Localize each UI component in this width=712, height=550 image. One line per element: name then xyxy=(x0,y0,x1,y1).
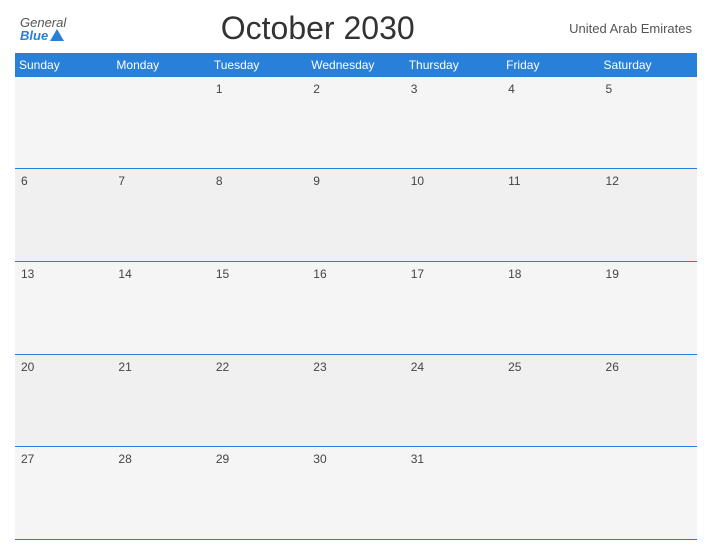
calendar-cell xyxy=(600,447,697,540)
logo-general: General xyxy=(20,16,66,29)
day-number: 8 xyxy=(216,174,223,188)
calendar-cell: 6 xyxy=(15,169,112,262)
day-number: 14 xyxy=(118,267,131,281)
weekday-friday: Friday xyxy=(502,53,599,77)
day-number: 24 xyxy=(411,360,424,374)
calendar-cell: 4 xyxy=(502,77,599,169)
weekday-sunday: Sunday xyxy=(15,53,112,77)
calendar-table: SundayMondayTuesdayWednesdayThursdayFrid… xyxy=(15,53,697,540)
calendar-cell: 24 xyxy=(405,354,502,447)
weekday-tuesday: Tuesday xyxy=(210,53,307,77)
week-row-1: 1 2 3 4 5 xyxy=(15,77,697,169)
logo-blue: Blue xyxy=(20,29,64,42)
day-number: 1 xyxy=(216,82,223,96)
calendar-title: October 2030 xyxy=(221,10,415,47)
day-number: 17 xyxy=(411,267,424,281)
calendar-cell: 23 xyxy=(307,354,404,447)
country-label: United Arab Emirates xyxy=(569,21,692,36)
day-number: 16 xyxy=(313,267,326,281)
day-number: 27 xyxy=(21,452,34,466)
calendar-cell: 9 xyxy=(307,169,404,262)
logo-triangle-icon xyxy=(50,29,64,41)
calendar-cell: 25 xyxy=(502,354,599,447)
calendar-cell: 13 xyxy=(15,261,112,354)
calendar-cell: 20 xyxy=(15,354,112,447)
calendar-cell: 29 xyxy=(210,447,307,540)
day-number: 5 xyxy=(606,82,613,96)
day-number: 4 xyxy=(508,82,515,96)
day-number: 9 xyxy=(313,174,320,188)
weekday-monday: Monday xyxy=(112,53,209,77)
day-number: 10 xyxy=(411,174,424,188)
day-number: 23 xyxy=(313,360,326,374)
day-number: 22 xyxy=(216,360,229,374)
calendar-cell: 19 xyxy=(600,261,697,354)
logo: General Blue xyxy=(20,16,66,42)
calendar-cell: 18 xyxy=(502,261,599,354)
weekday-wednesday: Wednesday xyxy=(307,53,404,77)
day-number: 15 xyxy=(216,267,229,281)
calendar-cell: 21 xyxy=(112,354,209,447)
calendar-cell: 5 xyxy=(600,77,697,169)
calendar-cell: 17 xyxy=(405,261,502,354)
week-row-3: 13 14 15 16 17 18 19 xyxy=(15,261,697,354)
calendar-cell xyxy=(502,447,599,540)
calendar-cell: 7 xyxy=(112,169,209,262)
calendar-cell: 15 xyxy=(210,261,307,354)
day-number: 28 xyxy=(118,452,131,466)
calendar-cell: 10 xyxy=(405,169,502,262)
day-number: 6 xyxy=(21,174,28,188)
calendar-cell xyxy=(15,77,112,169)
calendar-cell: 16 xyxy=(307,261,404,354)
day-number: 29 xyxy=(216,452,229,466)
day-number: 26 xyxy=(606,360,619,374)
calendar-cell: 26 xyxy=(600,354,697,447)
day-number: 19 xyxy=(606,267,619,281)
day-number: 21 xyxy=(118,360,131,374)
calendar-cell: 14 xyxy=(112,261,209,354)
calendar-cell: 28 xyxy=(112,447,209,540)
calendar-cell: 8 xyxy=(210,169,307,262)
calendar-cell: 30 xyxy=(307,447,404,540)
calendar-cell: 2 xyxy=(307,77,404,169)
day-number: 2 xyxy=(313,82,320,96)
day-number: 3 xyxy=(411,82,418,96)
week-row-4: 20 21 22 23 24 25 26 xyxy=(15,354,697,447)
calendar-cell: 31 xyxy=(405,447,502,540)
day-number: 18 xyxy=(508,267,521,281)
calendar-cell: 27 xyxy=(15,447,112,540)
weekday-header-row: SundayMondayTuesdayWednesdayThursdayFrid… xyxy=(15,53,697,77)
calendar-cell: 11 xyxy=(502,169,599,262)
day-number: 7 xyxy=(118,174,125,188)
day-number: 12 xyxy=(606,174,619,188)
weekday-saturday: Saturday xyxy=(600,53,697,77)
day-number: 20 xyxy=(21,360,34,374)
week-row-2: 6 7 8 9 10 11 12 xyxy=(15,169,697,262)
day-number: 31 xyxy=(411,452,424,466)
day-number: 25 xyxy=(508,360,521,374)
day-number: 30 xyxy=(313,452,326,466)
day-number: 13 xyxy=(21,267,34,281)
day-number: 11 xyxy=(508,174,520,188)
calendar-cell: 22 xyxy=(210,354,307,447)
header: General Blue October 2030 United Arab Em… xyxy=(15,10,697,47)
weekday-thursday: Thursday xyxy=(405,53,502,77)
calendar-cell: 12 xyxy=(600,169,697,262)
week-row-5: 27 28 29 30 31 xyxy=(15,447,697,540)
calendar-cell xyxy=(112,77,209,169)
calendar-cell: 1 xyxy=(210,77,307,169)
calendar-cell: 3 xyxy=(405,77,502,169)
